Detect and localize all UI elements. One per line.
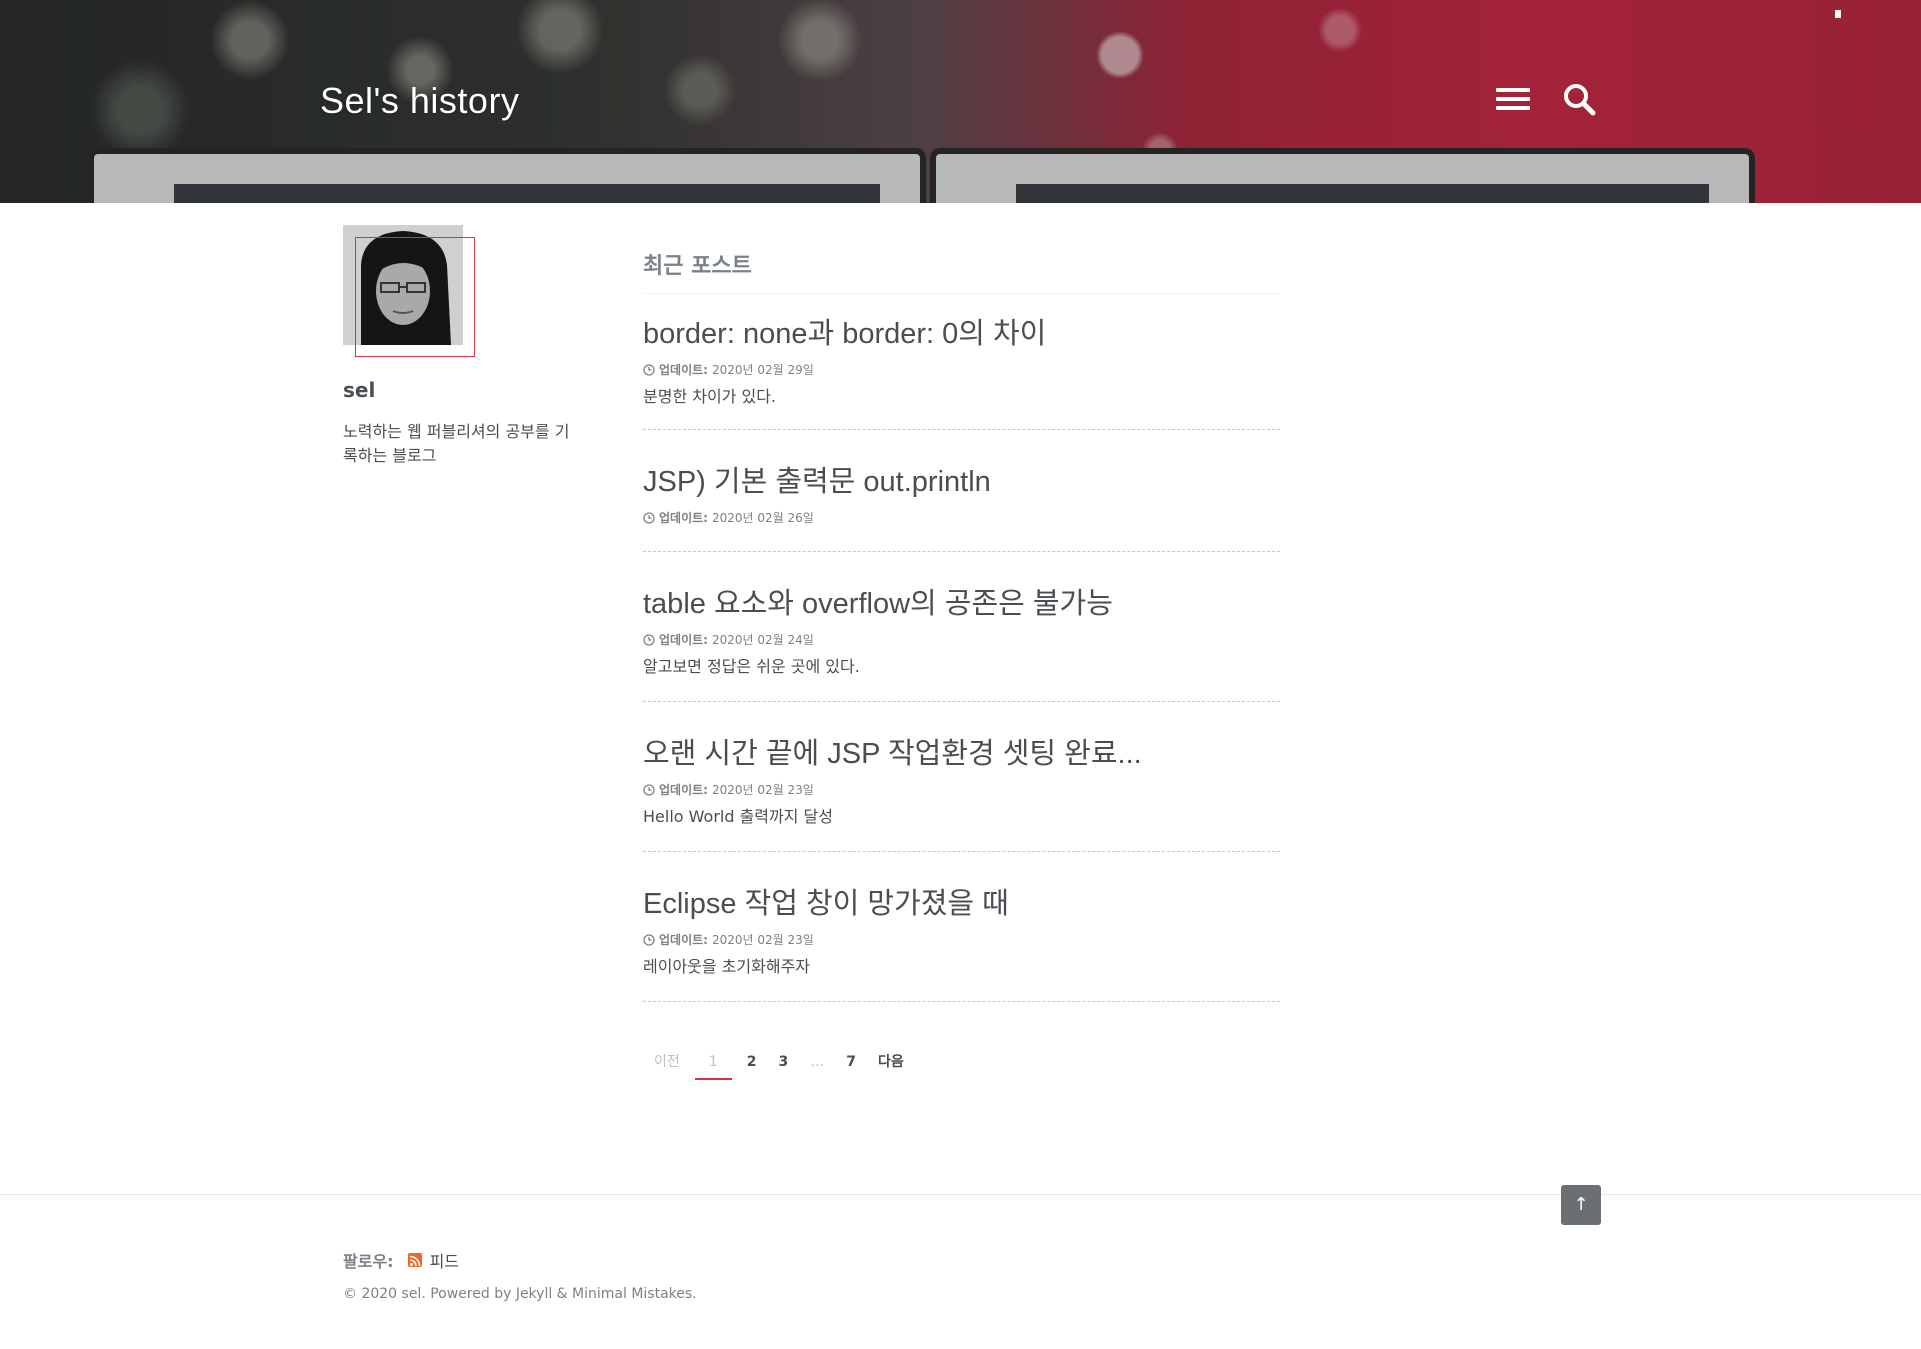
hamburger-icon (1496, 88, 1530, 92)
pagination: 이전 1 2 3 … 7 다음 (643, 1040, 915, 1084)
post-date: 2020년 02월 29일 (711, 363, 814, 377)
search-icon (1564, 84, 1596, 116)
post-item: JSP) 기본 출력문 out.println 업데이트: 2020년 02월 … (643, 430, 1280, 552)
menu-toggle-button[interactable] (1496, 88, 1530, 114)
post-title[interactable]: JSP) 기본 출력문 out.println (643, 458, 1280, 500)
updated-label: 업데이트: (659, 511, 708, 525)
site-title[interactable]: Sel's history (320, 80, 519, 122)
post-excerpt: 알고보면 정답은 쉬운 곳에 있다. (643, 657, 860, 676)
clock-icon (643, 512, 655, 524)
clock-icon (643, 634, 655, 646)
post-meta: 업데이트: 2020년 02월 23일 (643, 782, 1280, 798)
updated-label: 업데이트: (659, 633, 708, 647)
post-meta: 업데이트: 2020년 02월 29일 (643, 362, 1280, 378)
post-item: 오랜 시간 끝에 JSP 작업환경 셋팅 완료... 업데이트: 2020년 0… (643, 702, 1280, 852)
feed-label: 피드 (429, 1252, 460, 1271)
updated-label: 업데이트: (659, 783, 708, 797)
post-date: 2020년 02월 26일 (711, 511, 814, 525)
avatar-frame (355, 237, 475, 357)
pagination-prev: 이전 (654, 1054, 680, 1070)
pagination-ellipsis: … (810, 1054, 825, 1070)
post-date: 2020년 02월 24일 (711, 633, 814, 647)
clock-icon (643, 364, 655, 376)
pagination-page-3[interactable]: 3 (767, 1040, 799, 1084)
post-item: border: none과 border: 0의 차이 업데이트: 2020년 … (643, 294, 1280, 430)
section-title: 최근 포스트 (643, 252, 1280, 294)
back-to-top-button[interactable]: ↑ (1561, 1185, 1601, 1225)
post-meta: 업데이트: 2020년 02월 26일 (643, 510, 1280, 526)
pagination-page-1[interactable]: 1 (691, 1040, 736, 1084)
clock-icon (643, 934, 655, 946)
recent-posts: 최근 포스트 border: none과 border: 0의 차이 업데이트:… (643, 252, 1280, 1002)
clock-icon (643, 784, 655, 796)
masthead: Sel's history (0, 0, 1921, 203)
copyright-text: © 2020 sel. Powered by Jekyll & Minimal … (343, 1286, 697, 1302)
post-item: Eclipse 작업 창이 망가졌을 때 업데이트: 2020년 02월 23일… (643, 852, 1280, 1002)
rss-icon (407, 1253, 422, 1267)
author-name: sel (343, 378, 376, 402)
pagination-page-2[interactable]: 2 (736, 1040, 768, 1084)
search-button[interactable] (1562, 82, 1596, 116)
post-title[interactable]: border: none과 border: 0의 차이 (643, 310, 1280, 352)
author-bio: 노력하는 웹 퍼블리셔의 공부를 기록하는 블로그 (343, 422, 570, 465)
follow-links: 팔로우: 피드 (343, 1248, 459, 1272)
post-title[interactable]: Eclipse 작업 창이 망가졌을 때 (643, 880, 1280, 922)
post-meta: 업데이트: 2020년 02월 23일 (643, 932, 1280, 948)
pagination-page-7[interactable]: 7 (835, 1040, 867, 1084)
updated-label: 업데이트: (659, 933, 708, 947)
post-date: 2020년 02월 23일 (711, 783, 814, 797)
post-excerpt: Hello World 출력까지 달성 (643, 807, 833, 826)
footer-divider (0, 1194, 1921, 1195)
post-title[interactable]: 오랜 시간 끝에 JSP 작업환경 셋팅 완료... (643, 730, 1280, 772)
post-excerpt: 분명한 차이가 있다. (643, 387, 777, 406)
header-corner-dot (1835, 10, 1841, 18)
post-excerpt: 레이아웃을 초기화해주자 (643, 957, 811, 976)
follow-label: 팔로우: (343, 1252, 394, 1271)
feed-link[interactable]: 피드 (407, 1248, 460, 1272)
updated-label: 업데이트: (659, 363, 708, 377)
post-date: 2020년 02월 23일 (711, 933, 814, 947)
post-item: table 요소와 overflow의 공존은 불가능 업데이트: 2020년 … (643, 552, 1280, 702)
pagination-next[interactable]: 다음 (867, 1040, 915, 1084)
post-meta: 업데이트: 2020년 02월 24일 (643, 632, 1280, 648)
post-title[interactable]: table 요소와 overflow의 공존은 불가능 (643, 580, 1280, 622)
